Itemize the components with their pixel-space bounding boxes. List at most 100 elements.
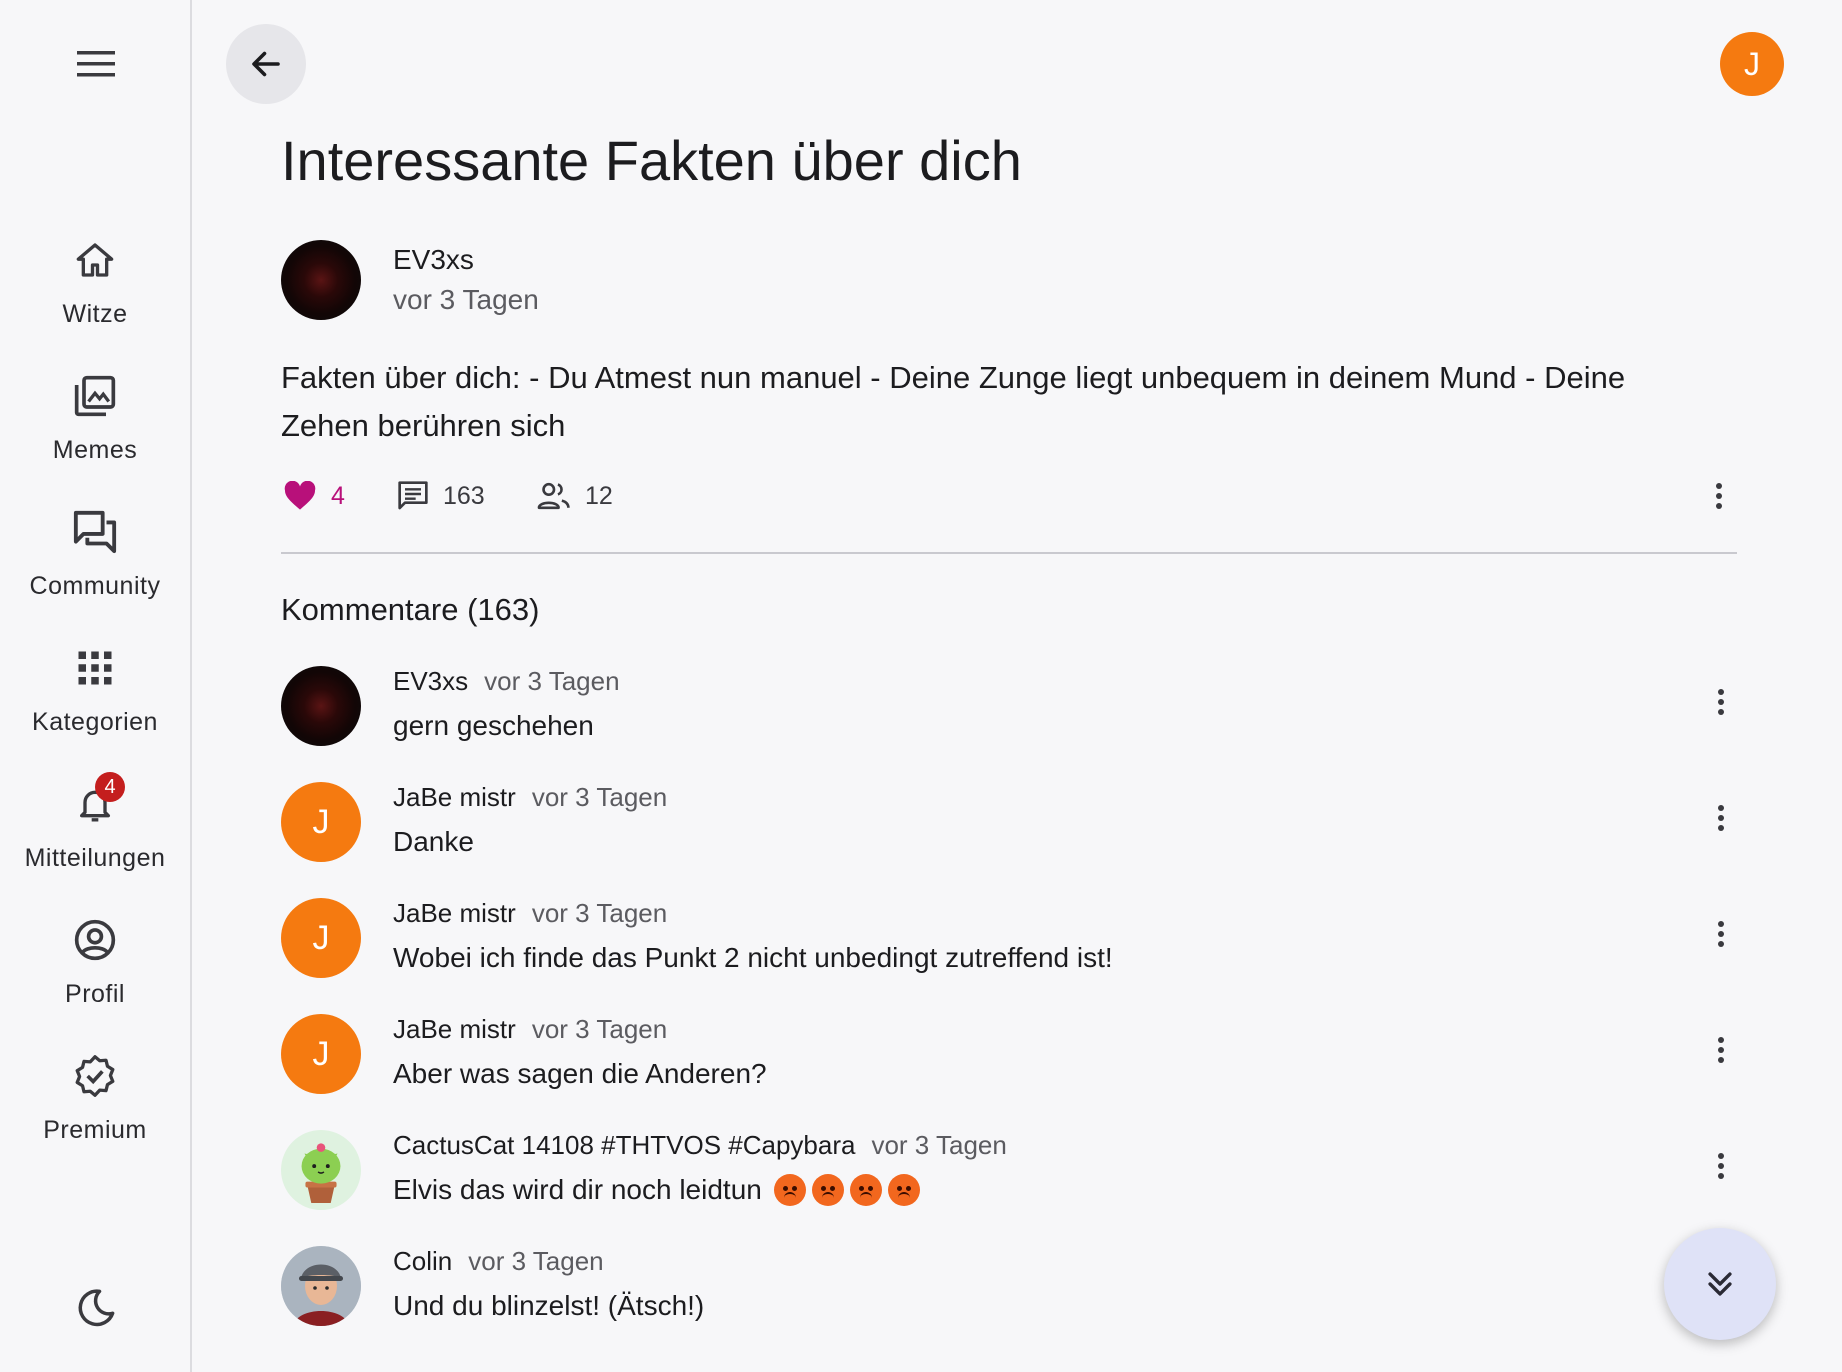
comments-heading: Kommentare (163): [281, 592, 540, 627]
angry-face-emoji-icon: [887, 1174, 920, 1206]
comment-timestamp: vor 3 Tagen: [531, 1014, 668, 1044]
comment-author[interactable]: JaBe mistr: [393, 782, 516, 813]
sidebar-item-kategorien[interactable]: Kategorien: [0, 644, 190, 764]
comment-avatar[interactable]: J: [281, 782, 361, 862]
comment-text-content: Aber was sagen die Anderen?: [393, 1058, 767, 1089]
comment-text: Elvis das wird dir noch leidtun: [393, 1174, 920, 1206]
comment-item: J JaBe mistr vor 3 Tagen Wobei ich finde…: [281, 898, 1741, 1008]
moon-icon: [78, 1289, 115, 1327]
comment-timestamp: vor 3 Tagen: [484, 666, 620, 696]
comment-text-content: gern geschehen: [393, 710, 594, 741]
verified-badge-icon: [71, 1052, 119, 1100]
more-vertical-icon: [1718, 1153, 1724, 1179]
comment-timestamp: vor 3 Tagen: [468, 1246, 604, 1276]
sidebar-item-community[interactable]: Community: [0, 508, 190, 628]
comment-header: JaBe mistr vor 3 Tagen: [393, 898, 667, 932]
author-name[interactable]: EV3xs: [393, 244, 474, 276]
heart-icon: [284, 481, 316, 510]
comment-text: Wobei ich finde das Punkt 2 nicht unbedi…: [393, 942, 1113, 974]
cactus-cat-avatar-icon: [301, 1143, 341, 1204]
comment-timestamp: vor 3 Tagen: [531, 782, 668, 812]
account-circle-icon: [71, 916, 119, 964]
images-icon: [71, 372, 119, 420]
page-title: Interessante Fakten über dich: [281, 129, 1022, 192]
sidebar-item-label: Kategorien: [32, 708, 158, 736]
like-count: 4: [331, 481, 345, 510]
sidebar-item-witze[interactable]: Witze: [0, 236, 190, 356]
sidebar-item-label: Profil: [65, 980, 125, 1008]
comment-more-button[interactable]: [1701, 796, 1741, 840]
comment-text-content: Und du blinzelst! (Ätsch!): [393, 1290, 705, 1321]
comment-header: EV3xs vor 3 Tagen: [393, 666, 620, 700]
comment-item: EV3xs vor 3 Tagen gern geschehen: [281, 666, 1741, 776]
post-timestamp: vor 3 Tagen: [393, 284, 539, 315]
dark-mode-toggle[interactable]: [70, 1282, 122, 1334]
comments-button[interactable]: 163: [397, 474, 485, 518]
author-avatar[interactable]: [281, 240, 361, 320]
comment-avatar[interactable]: J: [281, 1014, 361, 1094]
comment-author[interactable]: JaBe mistr: [393, 898, 516, 929]
comment-more-button[interactable]: [1701, 1144, 1741, 1188]
comment-header: Colin vor 3 Tagen: [393, 1246, 604, 1280]
comment-timestamp: vor 3 Tagen: [871, 1130, 1007, 1160]
more-vertical-icon: [1716, 483, 1722, 509]
arrow-left-icon: [252, 51, 280, 77]
comment-author[interactable]: JaBe mistr: [393, 1014, 516, 1045]
sidebar-item-profil[interactable]: Profil: [0, 916, 190, 1036]
back-button[interactable]: [226, 24, 306, 104]
divider: [281, 552, 1737, 554]
comment-text: gern geschehen: [393, 710, 594, 742]
sidebar: Witze Memes Community Kategorien 4 Mitte…: [0, 0, 192, 1372]
comment-text: Danke: [393, 826, 474, 858]
comment-header: CactusCat 14108 #THTVOS #Capybara vor 3 …: [393, 1130, 1007, 1164]
comment-more-button[interactable]: [1701, 680, 1741, 724]
comment-text-content: Elvis das wird dir noch leidtun: [393, 1174, 762, 1205]
comment-item: Colin vor 3 Tagen Und du blinzelst! (Äts…: [281, 1246, 1741, 1356]
comment-text: Und du blinzelst! (Ätsch!): [393, 1290, 704, 1322]
comment-avatar[interactable]: J: [281, 898, 361, 978]
comment-avatar[interactable]: [281, 1130, 361, 1210]
home-icon: [71, 236, 119, 284]
comment-header: JaBe mistr vor 3 Tagen: [393, 782, 667, 816]
comment-item: J JaBe mistr vor 3 Tagen Danke: [281, 782, 1741, 892]
forum-icon: [71, 508, 119, 556]
comment-avatar[interactable]: [281, 666, 361, 746]
sidebar-item-memes[interactable]: Memes: [0, 372, 190, 492]
hamburger-menu-icon: [77, 51, 115, 77]
comment-timestamp: vor 3 Tagen: [531, 898, 668, 928]
scroll-to-bottom-button[interactable]: [1664, 1228, 1776, 1340]
comment-avatar[interactable]: [281, 1246, 361, 1326]
bell-icon: 4: [71, 772, 125, 828]
angry-face-emoji-icon: [811, 1174, 844, 1206]
sidebar-item-label: Mitteilungen: [24, 844, 166, 872]
comment-text: Aber was sagen die Anderen?: [393, 1058, 767, 1090]
more-vertical-icon: [1718, 1037, 1724, 1063]
sidebar-item-mitteilungen[interactable]: 4 Mitteilungen: [0, 772, 190, 900]
comment-author[interactable]: CactusCat 14108 #THTVOS #Capybara: [393, 1130, 855, 1161]
participants-button[interactable]: 12: [537, 474, 613, 518]
apps-grid-icon: [71, 644, 119, 692]
post-body: Fakten über dich: - Du Atmest nun manuel…: [281, 360, 1626, 443]
more-vertical-icon: [1718, 805, 1724, 831]
post-more-button[interactable]: [1699, 474, 1739, 518]
sidebar-item-premium[interactable]: Premium: [0, 1052, 190, 1172]
comment-author[interactable]: Colin: [393, 1246, 452, 1277]
person-portrait-avatar-icon: [281, 1246, 361, 1326]
comment-more-button[interactable]: [1701, 912, 1741, 956]
sidebar-item-label: Witze: [62, 300, 128, 328]
more-vertical-icon: [1718, 921, 1724, 947]
comment-header: JaBe mistr vor 3 Tagen: [393, 1014, 667, 1048]
sidebar-item-label: Premium: [43, 1116, 147, 1144]
comment-author[interactable]: EV3xs: [393, 666, 468, 697]
menu-button[interactable]: [66, 40, 126, 88]
comment-item: J JaBe mistr vor 3 Tagen Aber was sagen …: [281, 1014, 1741, 1124]
comment-item: CactusCat 14108 #THTVOS #Capybara vor 3 …: [281, 1130, 1741, 1240]
comment-icon: [398, 481, 428, 510]
like-button[interactable]: 4: [283, 474, 345, 518]
user-avatar[interactable]: J: [1720, 32, 1784, 96]
more-vertical-icon: [1718, 689, 1724, 715]
comment-text-content: Wobei ich finde das Punkt 2 nicht unbedi…: [393, 942, 1113, 973]
comment-more-button[interactable]: [1701, 1028, 1741, 1072]
participant-count: 12: [585, 481, 613, 510]
double-chevron-down-icon: [1708, 1272, 1732, 1296]
